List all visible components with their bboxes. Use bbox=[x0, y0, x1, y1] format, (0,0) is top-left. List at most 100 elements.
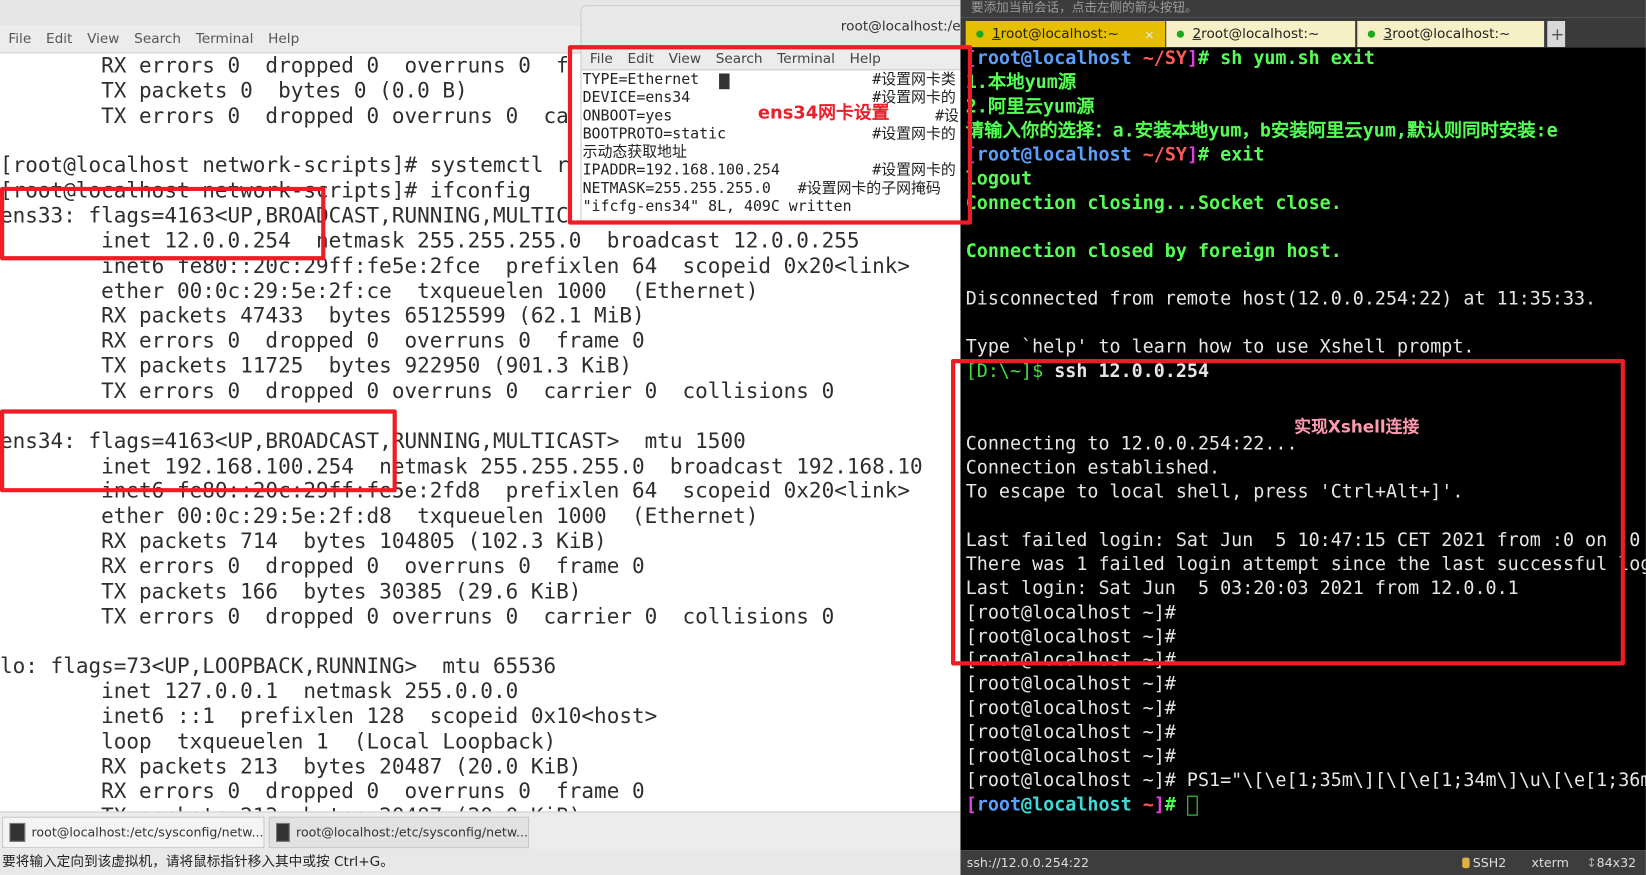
terminal-line: RX errors 0 dropped 0 overruns 0 frame 0 bbox=[0, 778, 645, 804]
terminal-text: 请输入你的选择：a.安装本地yum，b安装阿里云yum,默认则同时安装:e bbox=[965, 120, 1558, 142]
xshell-status-bar: ssh://12.0.0.254:22 SSH2 xterm ↕ 84x32 bbox=[960, 850, 1646, 875]
menu-search[interactable]: Search bbox=[134, 31, 181, 47]
terminal-line: ether 00:0c:29:5e:2f:d8 txqueuelen 1000 … bbox=[0, 503, 759, 529]
terminal-text: [root@localhost ~]# bbox=[965, 722, 1176, 744]
terminal-line: [root@localhost ~]# bbox=[960, 697, 1645, 721]
terminal-line: ether 00:0c:29:5e:2f:ce txqueuelen 1000 … bbox=[0, 277, 759, 303]
terminal-text: Connection closed by foreign host. bbox=[965, 240, 1342, 262]
terminal-line: TX errors 0 dropped 0 overruns 0 carrier… bbox=[0, 377, 835, 404]
terminal-text: Connection closing...Socket close. bbox=[965, 192, 1342, 214]
terminal-text: root bbox=[976, 794, 1022, 816]
terminal-line: [root@localhost ~]# PS1="\[\e[1;35m\][\[… bbox=[960, 770, 1646, 794]
terminal-line: inet 127.0.0.1 netmask 255.0.0.0 bbox=[0, 678, 519, 704]
terminal-line: [root@localhost ~]# bbox=[960, 673, 1645, 697]
menu-edit[interactable]: Edit bbox=[46, 31, 72, 47]
terminal-text: Type `help' to learn how to use Xshell p… bbox=[965, 337, 1475, 359]
terminal-line: TX packets 166 bytes 30385 (29.6 KiB) bbox=[0, 578, 582, 604]
terminal-icon bbox=[276, 822, 290, 842]
terminal-line: 1.本地yum源 bbox=[960, 71, 1645, 95]
taskbar-item-terminal-1[interactable]: root@localhost:/etc/sysconfig/netw... bbox=[2, 816, 265, 849]
terminal-line: loop txqueuelen 1 (Local Loopback) bbox=[0, 728, 557, 754]
status-term: xterm bbox=[1531, 855, 1569, 871]
terminal-text: [root@localhost ~]# bbox=[965, 698, 1176, 720]
connected-dot-icon bbox=[976, 30, 984, 38]
xshell-tab-bar: 1 root@localhost:~ × 2 root@localhost:~ … bbox=[960, 17, 1646, 48]
status-size: 84x32 bbox=[1596, 855, 1637, 871]
terminal-line: logout bbox=[960, 168, 1645, 192]
terminal-line: TX packets 11725 bytes 922950 (901.3 KiB… bbox=[0, 352, 632, 379]
terminal-text: # sh yum.sh exit bbox=[1198, 48, 1375, 70]
terminal-text: Disconnected from remote host(12.0.0.254… bbox=[965, 289, 1597, 311]
overlay-title: root@localhost:/e bbox=[840, 18, 961, 35]
taskbar-item-terminal-2[interactable]: root@localhost:/etc/sysconfig/netw... bbox=[268, 816, 530, 849]
highlight-box-xshell bbox=[951, 358, 1625, 666]
add-tab-button[interactable]: + bbox=[1547, 20, 1566, 48]
xshell-annotation: 实现Xshell连接 bbox=[1294, 416, 1420, 437]
highlight-box-ens34 bbox=[0, 409, 397, 493]
tab-label: root@localhost:~ bbox=[1000, 26, 1119, 42]
terminal-text: [root@localhost ~]# PS1="\[\e[1;35m\][\[… bbox=[965, 770, 1646, 792]
terminal-text: 2.阿里云yum源 bbox=[965, 96, 1095, 118]
terminal-line: 请输入你的选择：a.安装本地yum，b安装阿里云yum,默认则同时安装:e bbox=[960, 119, 1645, 143]
tab-label: root@localhost:~ bbox=[1201, 26, 1320, 42]
status-address: ssh://12.0.0.254:22 bbox=[966, 855, 1089, 871]
terminal-cursor bbox=[1186, 795, 1198, 816]
terminal-line: Disconnected from remote host(12.0.0.254… bbox=[960, 288, 1645, 312]
terminal-text: root@localhost bbox=[976, 144, 1132, 166]
terminal-line: [root@localhost ~]# bbox=[960, 794, 1645, 818]
terminal-text: # exit bbox=[1198, 144, 1265, 166]
terminal-line: 2.阿里云yum源 bbox=[960, 95, 1645, 119]
taskbar-item-label: root@localhost:/etc/sysconfig/netw... bbox=[296, 825, 528, 840]
connected-dot-icon bbox=[1367, 30, 1376, 38]
terminal-text: ] bbox=[1153, 794, 1165, 816]
taskbar: root@localhost:/etc/sysconfig/netw... ro… bbox=[0, 811, 961, 851]
terminal-line: Connection closed by foreign host. bbox=[960, 240, 1645, 264]
terminal-line: TX packets 213 bytes 20487 (20.0 KiB) bbox=[0, 804, 960, 812]
menu-terminal[interactable]: Terminal bbox=[196, 31, 254, 47]
terminal-line: RX packets 47433 bytes 65125599 (62.1 Mi… bbox=[0, 302, 645, 328]
taskbar-item-label: root@localhost:/etc/sysconfig/netw... bbox=[31, 825, 264, 840]
overlay-titlebar[interactable]: root@localhost:/e bbox=[581, 6, 965, 49]
terminal-text: ~/SY bbox=[1131, 144, 1187, 166]
resize-icon: ↕ bbox=[1586, 855, 1597, 871]
terminal-text: ~/SY bbox=[1131, 48, 1187, 70]
terminal-line: RX packets 213 bytes 20487 (20.0 KiB) bbox=[0, 753, 582, 779]
terminal-line: [root@localhost ~/SY]# exit bbox=[960, 144, 1645, 168]
tab-session-1[interactable]: 1 root@localhost:~ × bbox=[965, 20, 1166, 48]
terminal-text: ] bbox=[1186, 48, 1199, 70]
terminal-line: [root@localhost ~]# bbox=[960, 745, 1645, 769]
terminal-line: [root@localhost ~]# bbox=[960, 721, 1645, 745]
xshell-notice-bar: 要添加当前会话，点击左侧的箭头按钮。 bbox=[960, 0, 1646, 18]
terminal-line: RX errors 0 dropped 0 overruns 0 frame 0 bbox=[0, 553, 645, 579]
terminal-line: Type `help' to learn how to use Xshell p… bbox=[960, 336, 1645, 360]
tab-session-2[interactable]: 2 root@localhost:~ bbox=[1166, 20, 1356, 48]
ens34-annotation: ens34网卡设置 bbox=[757, 102, 890, 124]
terminal-text: 1.本地yum源 bbox=[965, 72, 1077, 94]
status-protocol: SSH2 bbox=[1472, 855, 1507, 871]
menu-view[interactable]: View bbox=[87, 31, 119, 47]
terminal-text: # bbox=[1164, 794, 1187, 816]
terminal-text: ~ bbox=[1131, 794, 1154, 816]
terminal-text: ] bbox=[1186, 144, 1199, 166]
terminal-line: Connection closing...Socket close. bbox=[960, 192, 1645, 216]
connected-dot-icon bbox=[1176, 30, 1185, 38]
terminal-line: inet6 ::1 prefixlen 128 scopeid 0x10<hos… bbox=[0, 703, 658, 729]
menu-file[interactable]: File bbox=[8, 31, 31, 47]
terminal-line: lo: flags=73<UP,LOOPBACK,RUNNING> mtu 65… bbox=[0, 653, 557, 679]
tab-number: 3 bbox=[1383, 26, 1393, 42]
close-tab-icon[interactable]: × bbox=[1144, 27, 1155, 42]
tab-number: 1 bbox=[991, 26, 1001, 42]
vm-status-bar: 要将输入定向到该虚拟机，请将鼠标指针移入其中或按 Ctrl+G。 bbox=[0, 849, 963, 875]
tab-label: root@localhost:~ bbox=[1392, 26, 1511, 42]
tab-session-3[interactable]: 3 root@localhost:~ bbox=[1357, 20, 1545, 48]
menu-help[interactable]: Help bbox=[268, 31, 299, 47]
terminal-icon bbox=[9, 822, 26, 842]
terminal-line: [root@localhost ~/SY]# sh yum.sh exit bbox=[960, 47, 1645, 71]
terminal-line: TX errors 0 dropped 0 overruns 0 carrier… bbox=[0, 603, 835, 629]
terminal-line: RX errors 0 dropped 0 overruns 0 frame 0 bbox=[0, 327, 645, 353]
highlight-box-ens33 bbox=[0, 186, 326, 261]
terminal-text: [root@localhost ~]# bbox=[965, 674, 1176, 696]
